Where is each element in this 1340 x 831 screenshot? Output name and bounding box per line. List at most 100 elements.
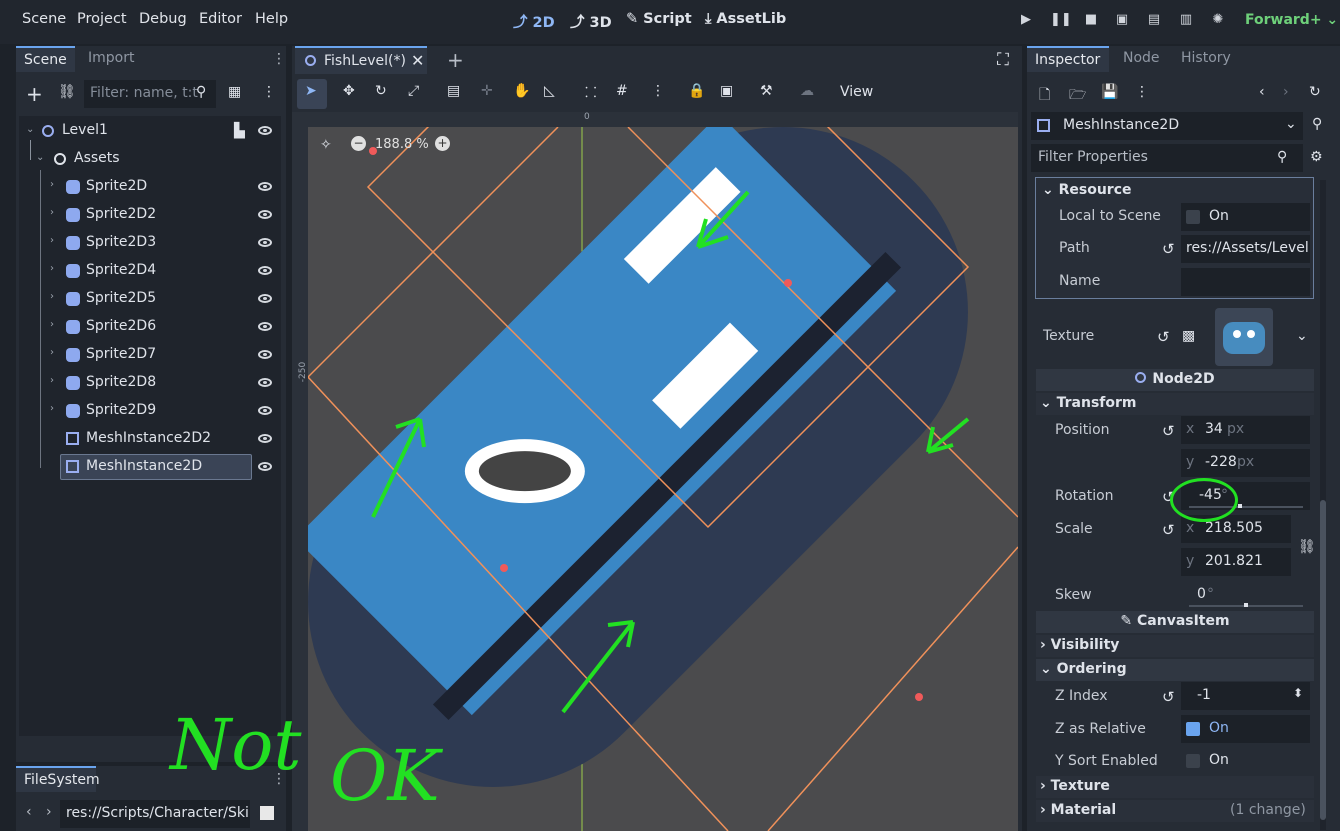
- workspace-3d-button[interactable]: ⤴ 3D: [570, 11, 612, 32]
- add-node-icon[interactable]: +: [26, 82, 43, 106]
- z-index-spinbox[interactable]: -1 ⬍: [1181, 682, 1310, 710]
- tab-node[interactable]: Node: [1115, 46, 1168, 72]
- tree-node-sprite2d[interactable]: › Sprite2D: [22, 174, 282, 200]
- group-icon[interactable]: ▣: [720, 83, 733, 99]
- bone-icon[interactable]: ⚒: [760, 83, 773, 99]
- collapse-arrow-icon[interactable]: ⌄: [26, 124, 34, 135]
- node-doc-icon[interactable]: ⚲: [1312, 116, 1322, 132]
- checker-icon[interactable]: ▩: [1182, 328, 1195, 344]
- move-icon[interactable]: ✥: [343, 83, 355, 99]
- workspace-assetlib-button[interactable]: ⤓ AssetLib: [705, 11, 786, 27]
- tree-node-sprite2d4[interactable]: › Sprite2D4: [22, 258, 282, 284]
- select-icon[interactable]: ➤: [305, 83, 317, 99]
- tree-node-meshinstance2d2[interactable]: MeshInstance2D2: [22, 426, 282, 452]
- revert-icon[interactable]: ↺: [1162, 422, 1175, 440]
- stop-icon[interactable]: ■: [1082, 12, 1100, 30]
- skew-field[interactable]: 0 °: [1181, 581, 1310, 609]
- material-section[interactable]: › Material (1 change): [1036, 800, 1314, 822]
- play-icon[interactable]: ▶: [1017, 12, 1035, 30]
- revert-icon[interactable]: ↺: [1162, 521, 1175, 539]
- attach-script-icon[interactable]: ▦: [228, 84, 241, 100]
- tab-import[interactable]: Import: [80, 46, 142, 72]
- position-x-field[interactable]: x 34 px: [1181, 416, 1310, 444]
- y-sort-checkbox[interactable]: On: [1181, 747, 1310, 775]
- visibility-eye-icon[interactable]: [258, 350, 272, 359]
- collapse-arrow-icon[interactable]: ⌄: [36, 152, 44, 163]
- tree-node-sprite2d8[interactable]: › Sprite2D8: [22, 370, 282, 396]
- visibility-eye-icon[interactable]: [258, 434, 272, 443]
- visibility-eye-icon[interactable]: [258, 238, 272, 247]
- menu-help[interactable]: Help: [255, 11, 288, 27]
- pan-icon[interactable]: ✋: [513, 83, 530, 99]
- link-icon[interactable]: ⛓: [58, 84, 76, 100]
- scale-icon[interactable]: ⤢: [408, 83, 419, 99]
- play-scene-icon[interactable]: ▤: [1145, 12, 1163, 30]
- tree-node-sprite2d5[interactable]: › Sprite2D5: [22, 286, 282, 312]
- skew-slider-grabber[interactable]: [1244, 603, 1248, 607]
- add-tab-icon[interactable]: +: [447, 48, 464, 72]
- visibility-eye-icon[interactable]: [258, 462, 272, 471]
- play-custom-icon[interactable]: ▥: [1177, 12, 1195, 30]
- rotation-slider-grabber[interactable]: [1238, 504, 1242, 508]
- open-folder-icon[interactable]: 🗁: [1069, 84, 1086, 108]
- skeleton-icon[interactable]: ☁: [800, 83, 814, 99]
- visibility-eye-icon[interactable]: [258, 210, 272, 219]
- filesystem-path-input[interactable]: res://Scripts/Character/Skill: [60, 800, 250, 828]
- menu-editor[interactable]: Editor: [199, 11, 242, 27]
- tree-node-sprite2d9[interactable]: › Sprite2D9: [22, 398, 282, 424]
- workspace-script-button[interactable]: ✎ Script: [626, 11, 692, 27]
- visibility-eye-icon[interactable]: [258, 294, 272, 303]
- scene-options-icon[interactable]: ⋮: [262, 84, 276, 100]
- expand-arrow-icon[interactable]: ›: [50, 403, 54, 414]
- tree-node-meshinstance2d[interactable]: MeshInstance2D: [22, 454, 282, 480]
- inspector-scrollbar[interactable]: [1320, 180, 1326, 830]
- snap-options-icon[interactable]: ⋮: [651, 83, 665, 99]
- local-to-scene-checkbox[interactable]: On: [1181, 203, 1310, 231]
- expand-arrow-icon[interactable]: ›: [50, 235, 54, 246]
- history-forward-icon[interactable]: ›: [1283, 84, 1289, 100]
- expand-arrow-icon[interactable]: ›: [50, 207, 54, 218]
- filter-properties-input[interactable]: Filter Properties: [1031, 144, 1303, 172]
- object-history-icon[interactable]: ↻: [1309, 84, 1321, 100]
- transform-section[interactable]: ⌄ Transform: [1036, 393, 1314, 415]
- ordering-section[interactable]: ⌄ Ordering: [1036, 659, 1314, 681]
- script-attached-icon[interactable]: ▙: [234, 123, 245, 139]
- expand-arrow-icon[interactable]: ›: [50, 179, 54, 190]
- remote-debug-icon[interactable]: ▣: [1113, 12, 1131, 30]
- tab-history[interactable]: History: [1173, 46, 1239, 72]
- view-menu[interactable]: View: [840, 84, 873, 100]
- list-select-icon[interactable]: ▤: [447, 83, 460, 99]
- visibility-eye-icon[interactable]: [258, 378, 272, 387]
- texture-section[interactable]: › Texture: [1036, 776, 1314, 798]
- position-y-field[interactable]: y -228 px: [1181, 449, 1310, 477]
- rotate-icon[interactable]: ↻: [375, 83, 387, 99]
- visibility-eye-icon[interactable]: [258, 406, 272, 415]
- toggle-split-icon[interactable]: [260, 806, 274, 820]
- scene-tab[interactable]: FishLevel(*) ✕: [295, 46, 427, 74]
- menu-project[interactable]: Project: [77, 11, 127, 27]
- link-icon[interactable]: ⛓: [1298, 539, 1316, 555]
- movie-maker-icon[interactable]: ✺: [1209, 12, 1227, 30]
- tree-node-sprite2d6[interactable]: › Sprite2D6: [22, 314, 282, 340]
- smart-snap-icon[interactable]: ⸬: [585, 83, 597, 102]
- revert-icon[interactable]: ↺: [1157, 328, 1170, 346]
- visibility-section[interactable]: › Visibility: [1036, 635, 1314, 657]
- pause-icon[interactable]: ❚❚: [1050, 12, 1072, 30]
- tab-scene[interactable]: Scene: [16, 46, 75, 72]
- pivot-icon[interactable]: ✛: [481, 83, 493, 99]
- name-field[interactable]: [1181, 268, 1310, 296]
- tree-node-level1[interactable]: ⌄ Level1 ▙: [22, 118, 282, 144]
- back-icon[interactable]: ‹: [26, 804, 32, 820]
- chevron-down-icon[interactable]: ⌄: [1296, 328, 1308, 344]
- menu-debug[interactable]: Debug: [139, 11, 187, 27]
- expand-arrow-icon[interactable]: ›: [50, 375, 54, 386]
- revert-icon[interactable]: ↺: [1162, 240, 1175, 258]
- z-as-relative-checkbox[interactable]: On: [1181, 715, 1310, 743]
- property-options-icon[interactable]: ⚙: [1310, 149, 1323, 165]
- expand-arrow-icon[interactable]: ›: [50, 347, 54, 358]
- center-view-icon[interactable]: ✧: [320, 137, 332, 153]
- node-type-select[interactable]: MeshInstance2D ⌄: [1031, 112, 1303, 140]
- tree-node-sprite2d7[interactable]: › Sprite2D7: [22, 342, 282, 368]
- grid-snap-icon[interactable]: #: [616, 83, 628, 99]
- spin-arrows-icon[interactable]: ⬍: [1293, 686, 1303, 700]
